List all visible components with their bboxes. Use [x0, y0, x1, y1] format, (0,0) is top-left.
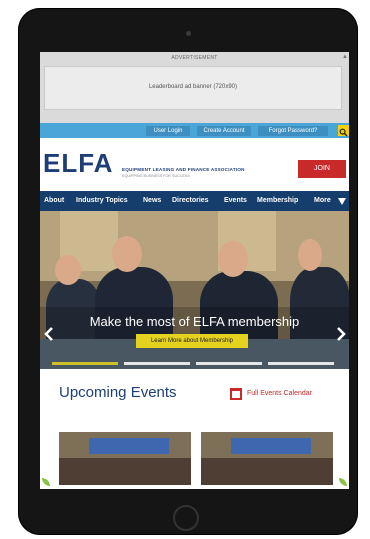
event-thumbnail[interactable] — [59, 432, 191, 485]
create-account-link[interactable]: Create Account — [197, 126, 251, 136]
leaf-decoration-icon — [42, 478, 50, 486]
event-thumbnail[interactable] — [201, 432, 333, 485]
event-photo-audience — [201, 458, 333, 485]
hero-carousel[interactable]: Make the most of ELFA membership Learn M… — [40, 211, 349, 369]
main-navigation: About Industry Topics News Directories E… — [40, 191, 349, 211]
nav-item-directories[interactable]: Directories — [172, 197, 209, 205]
event-photo-audience — [59, 458, 191, 485]
nav-item-events[interactable]: Events — [224, 197, 247, 205]
nav-item-more[interactable]: More — [314, 197, 331, 205]
scroll-up-icon[interactable]: ▲ — [342, 54, 348, 60]
organization-tagline: EQUIPPING BUSINESS FOR SUCCESS — [122, 174, 190, 178]
forgot-password-link[interactable]: Forgot Password? — [258, 126, 328, 136]
upcoming-events-section: Upcoming Events Full Events Calendar — [40, 369, 349, 489]
event-photo-screen — [89, 438, 169, 454]
upcoming-events-heading: Upcoming Events — [59, 384, 177, 401]
leaf-decoration-icon — [339, 478, 347, 486]
ad-banner-text: Leaderboard ad banner (720x90) — [148, 84, 238, 90]
advertisement-label: ADVERTISEMENT — [171, 55, 218, 61]
nav-item-about[interactable]: About — [44, 197, 64, 205]
elfa-logo[interactable]: ELFA — [43, 148, 113, 179]
hero-person-head — [55, 255, 81, 285]
join-button[interactable]: JOIN — [298, 160, 346, 178]
nav-item-news[interactable]: News — [143, 197, 161, 205]
full-events-calendar-link[interactable]: Full Events Calendar — [247, 390, 312, 397]
organization-name: EQUIPMENT LEASING AND FINANCE ASSOCIATIO… — [122, 167, 245, 172]
carousel-indicators — [52, 362, 337, 365]
hero-person-head — [298, 239, 322, 271]
carousel-indicator-active[interactable] — [52, 362, 118, 365]
hero-person-head — [218, 241, 248, 277]
carousel-indicator[interactable] — [268, 362, 334, 365]
search-button[interactable] — [338, 125, 349, 137]
camera-icon — [186, 31, 191, 36]
nav-item-industry-topics[interactable]: Industry Topics — [76, 197, 128, 205]
chevron-left-icon[interactable] — [44, 327, 53, 341]
search-icon — [339, 128, 348, 137]
event-photo-screen — [231, 438, 311, 454]
site-header: ELFA EQUIPMENT LEASING AND FINANCE ASSOC… — [40, 138, 349, 191]
carousel-indicator[interactable] — [124, 362, 190, 365]
account-bar: User Login Create Account Forgot Passwor… — [40, 123, 349, 138]
tablet-screen: ADVERTISEMENT Leaderboard ad banner (720… — [40, 52, 349, 489]
home-button[interactable] — [173, 505, 199, 531]
triangle-down-icon[interactable] — [338, 198, 346, 205]
nav-item-membership[interactable]: Membership — [257, 197, 298, 205]
hero-headline: Make the most of ELFA membership — [89, 314, 300, 329]
learn-more-membership-button[interactable]: Learn More about Membership — [136, 334, 248, 348]
hero-person-head — [112, 236, 142, 272]
chevron-right-icon[interactable] — [337, 327, 346, 341]
advertisement-area: ADVERTISEMENT Leaderboard ad banner (720… — [40, 52, 349, 123]
carousel-indicator[interactable] — [196, 362, 262, 365]
calendar-icon[interactable] — [230, 388, 242, 400]
leaderboard-ad-banner[interactable]: Leaderboard ad banner (720x90) — [44, 66, 342, 110]
user-login-link[interactable]: User Login — [146, 126, 190, 136]
